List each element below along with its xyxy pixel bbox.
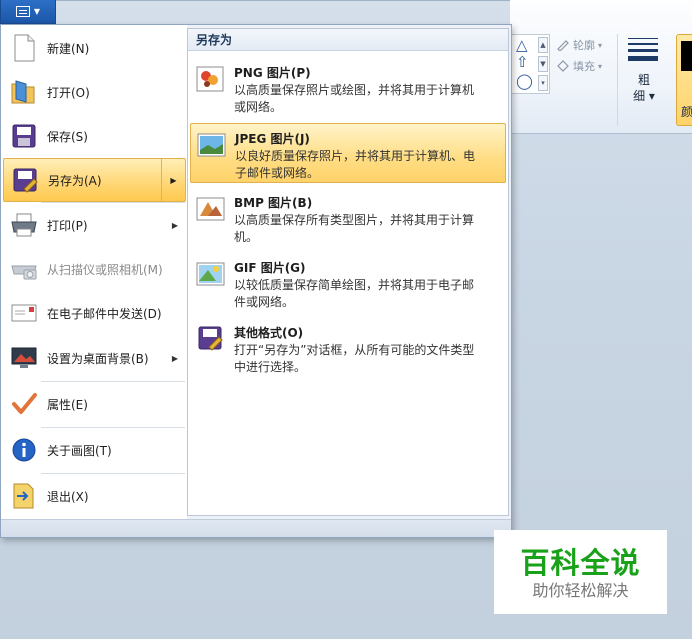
menu-item-save[interactable]: 保存(S) [3, 114, 186, 158]
menu-item-desktop-background[interactable]: 设置为桌面背景(B) ▶ [3, 336, 186, 380]
color-swatch [681, 41, 692, 71]
menu-item-label: 打开(O) [47, 85, 90, 100]
jpeg-image-icon [197, 130, 227, 160]
menu-item-scanner[interactable]: 从扫描仪或照相机(M) [3, 247, 186, 291]
option-description: 以良好质量保存照片，并将其用于计算机、电子邮件或网络。 [235, 149, 476, 180]
menu-item-label: 设置为桌面背景(B) [47, 351, 149, 366]
scanner-camera-icon [9, 254, 39, 284]
menu-item-label: 保存(S) [47, 129, 88, 144]
menu-icon [15, 6, 30, 17]
bmp-image-icon [196, 194, 226, 224]
up-arrow-shape-icon[interactable]: ⇧ [516, 55, 529, 70]
menu-item-open[interactable]: 打开(O) [3, 70, 186, 114]
watermark-title: 百科全说 [520, 546, 641, 580]
fill-dropdown-icon: ▾ [598, 61, 603, 71]
outline-button[interactable]: 轮廓 ▾ [556, 37, 602, 53]
watermark-subtitle: 助你轻松解决 [532, 581, 629, 600]
fill-bucket-icon [556, 60, 570, 72]
shapes-scroll-down[interactable]: ▼ [538, 56, 548, 72]
dropdown-arrow-icon: ▼ [33, 7, 41, 16]
menu-item-exit[interactable]: 退出(X) [3, 474, 186, 518]
fill-label: 填充 [573, 60, 595, 73]
color1-button[interactable]: 颜 [676, 34, 692, 126]
outline-dropdown-icon: ▾ [598, 40, 603, 50]
menu-item-label: 新建(N) [47, 41, 90, 56]
triangle-shape-icon[interactable]: △ [516, 38, 528, 53]
option-description: 打开“另存为”对话框，从所有可能的文件类型中进行选择。 [234, 343, 475, 374]
menu-item-properties[interactable]: 属性(E) [3, 382, 186, 426]
fill-button[interactable]: 填充 ▾ [556, 58, 602, 74]
option-description: 以高质量保存照片或绘图，并将其用于计算机或网络。 [234, 83, 475, 114]
outline-label: 轮廓 [573, 39, 595, 52]
save-as-gif[interactable]: GIF 图片(G) 以较低质量保存简单绘图，并将其用于电子邮件或网络。 [190, 253, 506, 313]
save-as-icon [10, 165, 40, 195]
menu-commands-pane: 新建(N) 打开(O) 保存(S) 另存为(A) ▶ 打印(P) ▶ 从扫描仪或… [1, 25, 187, 519]
option-title: 其他格式(O) [234, 326, 304, 340]
save-as-other-formats[interactable]: 其他格式(O) 打开“另存为”对话框，从所有可能的文件类型中进行选择。 [190, 318, 506, 378]
other-formats-icon [196, 324, 226, 354]
option-description: 以高质量保存所有类型图片，并将其用于计算机。 [234, 213, 475, 244]
submenu-arrow-icon: ▶ [171, 353, 178, 363]
menu-item-label: 属性(E) [47, 397, 88, 412]
color-label: 颜 [681, 105, 692, 119]
menu-item-label: 关于画图(T) [47, 443, 112, 458]
menu-item-print[interactable]: 打印(P) ▶ [3, 203, 186, 247]
application-menu: 新建(N) 打开(O) 保存(S) 另存为(A) ▶ 打印(P) ▶ 从扫描仪或… [0, 24, 512, 538]
menu-item-label: 打印(P) [47, 218, 88, 233]
exit-icon [9, 481, 39, 511]
menu-item-about[interactable]: 关于画图(T) [3, 428, 186, 472]
menu-item-label: 从扫描仪或照相机(M) [47, 262, 163, 277]
save-as-png[interactable]: PNG 图片(P) 以高质量保存照片或绘图，并将其用于计算机或网络。 [190, 58, 506, 118]
thickness-label-line1: 粗 [637, 73, 650, 87]
menu-item-label: 在电子邮件中发送(D) [47, 306, 162, 321]
menu-item-save-as[interactable]: 另存为(A) ▶ [3, 158, 186, 202]
file-menu-button[interactable]: ▼ [0, 0, 56, 24]
info-icon [9, 435, 39, 465]
thickness-label-line2: 细 ▾ [633, 89, 655, 103]
menu-item-label: 退出(X) [47, 489, 89, 504]
shapes-scroll-up[interactable]: ▲ [538, 37, 548, 53]
properties-check-icon [9, 389, 39, 419]
new-document-icon [9, 33, 39, 63]
save-disk-icon [9, 121, 39, 151]
option-title: PNG 图片(P) [234, 66, 311, 80]
pencil-outline-icon [556, 39, 570, 52]
ribbon-separator [617, 34, 618, 126]
option-description: 以较低质量保存简单绘图，并将其用于电子邮件或网络。 [234, 278, 475, 309]
menu-item-email[interactable]: 在电子邮件中发送(D) [3, 291, 186, 335]
watermark: 百科全说 助你轻松解决 [494, 530, 667, 614]
menu-item-label: 另存为(A) [48, 173, 102, 188]
gif-image-icon [196, 259, 226, 289]
option-title: GIF 图片(G) [234, 261, 306, 275]
line-thickness-icon [628, 38, 658, 65]
menu-item-new[interactable]: 新建(N) [3, 26, 186, 70]
submenu-title: 另存为 [188, 29, 508, 51]
save-as-submenu: 另存为 PNG 图片(P) 以高质量保存照片或绘图，并将其用于计算机或网络。 J… [187, 28, 509, 516]
option-title: BMP 图片(B) [234, 196, 313, 210]
shapes-expand[interactable]: ▾ [538, 75, 548, 91]
submenu-arrow-icon: ▶ [171, 220, 178, 230]
email-icon [9, 298, 39, 328]
thickness-button[interactable]: 粗 细 ▾ [628, 72, 660, 104]
printer-icon [9, 210, 39, 240]
desktop-background-icon [9, 343, 39, 373]
callout-shape-icon[interactable]: ◯ [516, 74, 533, 89]
save-as-bmp[interactable]: BMP 图片(B) 以高质量保存所有类型图片，并将其用于计算机。 [190, 188, 506, 248]
submenu-arrow-icon: ▶ [161, 158, 185, 202]
png-image-icon [196, 64, 226, 94]
open-folder-icon [9, 77, 39, 107]
menu-footer-bar [1, 519, 511, 537]
save-as-jpeg[interactable]: JPEG 图片(J) 以良好质量保存照片，并将其用于计算机、电子邮件或网络。 [190, 123, 506, 183]
option-title: JPEG 图片(J) [235, 132, 310, 146]
